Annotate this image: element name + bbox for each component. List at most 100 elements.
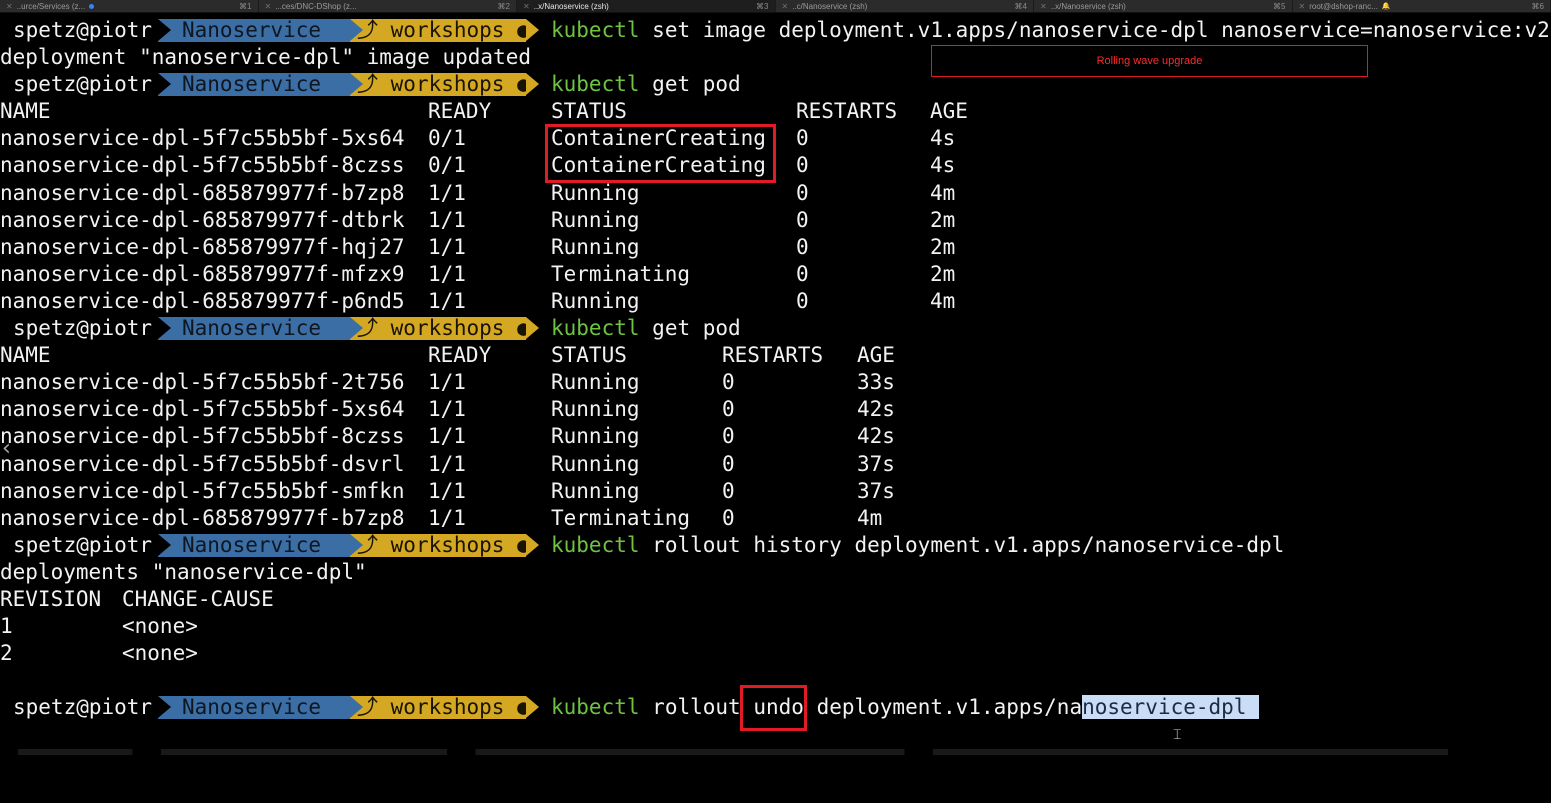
table-cell: 0 [722, 423, 735, 450]
column-header: RESTARTS [722, 342, 823, 369]
table-cell: 1/1 [428, 207, 466, 234]
branch-icon: ⤴ [357, 533, 378, 557]
table-cell: 0 [722, 369, 735, 396]
table-cell: nanoservice-dpl-5f7c55b5bf-8czss [0, 423, 405, 450]
branch-name: workshops [391, 72, 505, 96]
command-args: set image deployment.v1.apps/nanoservice… [652, 18, 1550, 42]
pod-table-2: NAMEREADYSTATUSRESTARTSAGEnanoservice-dp… [0, 342, 1551, 532]
output-line: deployment "nanoservice-dpl" image updat… [0, 44, 1551, 71]
table-cell: Running [551, 207, 640, 234]
table-row: nanoservice-dpl-685879977f-b7zp81/1Runni… [0, 180, 1551, 207]
table-cell: 4m [857, 505, 882, 532]
table-cell: 0 [796, 180, 809, 207]
command-keyword: kubectl [551, 316, 640, 340]
prompt-dir: Nanoservice [182, 315, 321, 342]
command-keyword: kubectl [551, 18, 640, 42]
close-tab-icon[interactable]: ✕ [523, 2, 530, 11]
table-cell: 2m [930, 261, 955, 288]
prompt-user: spetz@piotr [13, 71, 152, 98]
table-row: nanoservice-dpl-5f7c55b5bf-8czss1/1Runni… [0, 423, 1551, 450]
command-text: kubectl rollout history deployment.v1.ap… [551, 532, 1284, 559]
prompt-separator-icon [526, 317, 539, 339]
prompt-line: spetz@piotr Nanoservice ⤴ workshops ● kube… [0, 315, 1551, 342]
tab-shortcut: ⌘5 [1273, 2, 1285, 11]
command-text: kubectl get pod [551, 71, 741, 98]
tab-label: ..urce/Services (z... [17, 2, 85, 11]
tab-2[interactable]: ✕...ces/DNC-DShop (z... ⌘2 [259, 0, 518, 12]
command-args: deployment.v1.apps/na [817, 695, 1083, 719]
prompt-dir: Nanoservice [182, 17, 321, 44]
command-keyword: kubectl [551, 533, 640, 557]
tab-label: ..x/Nanoservice (zsh) [534, 2, 609, 11]
prompt-user: spetz@piotr [13, 694, 152, 721]
close-tab-icon[interactable]: ✕ [6, 2, 13, 11]
prompt-separator-icon [526, 73, 539, 95]
selected-text[interactable]: noservice-dpl [1082, 695, 1259, 719]
tab-shortcut: ⌘3 [756, 2, 768, 11]
tab-5[interactable]: ✕ ..x/Nanoservice (zsh) ⌘5 [1034, 0, 1293, 12]
prompt-user: spetz@piotr [13, 315, 152, 342]
command-input[interactable]: kubectl rollout undo deployment.v1.apps/… [551, 694, 1259, 721]
blurred-subtitle [0, 747, 1551, 759]
tab-3[interactable]: ✕ ..x/Nanoservice (zsh) ⌘3 [517, 0, 776, 12]
prompt-branch: ⤴ workshops ● [357, 71, 530, 98]
table-cell: nanoservice-dpl-685879977f-mfzx9 [0, 261, 405, 288]
tab-4[interactable]: ✕..c/Nanoservice (zsh)⌘4 [776, 0, 1035, 12]
prompt-separator-icon [526, 696, 539, 718]
tab-label: ..x/Nanoservice (zsh) [1051, 2, 1126, 11]
close-tab-icon[interactable]: ✕ [265, 2, 272, 11]
table-row: nanoservice-dpl-685879977f-mfzx91/1Termi… [0, 261, 1551, 288]
branch-name: workshops [391, 18, 505, 42]
close-tab-icon[interactable]: ✕ [782, 2, 789, 11]
prompt-branch: ⤴ workshops ● [357, 315, 530, 342]
command-text: kubectl set image deployment.v1.apps/nan… [551, 17, 1550, 44]
branch-icon: ⤴ [357, 72, 378, 96]
prompt-separator-icon [526, 19, 539, 41]
table-row: nanoservice-dpl-5f7c55b5bf-2t7561/1Runni… [0, 369, 1551, 396]
table-cell: Running [551, 478, 640, 505]
table-cell: 0 [722, 396, 735, 423]
column-header: NAME [0, 98, 51, 125]
prompt-separator-icon [158, 73, 171, 95]
terminal-output[interactable]: spetz@piotr Nanoservice ⤴ workshops ● kube… [0, 17, 1551, 721]
table-cell: Running [551, 180, 640, 207]
tab-shortcut: ⌘2 [498, 2, 510, 11]
prompt-dir: Nanoservice [182, 694, 321, 721]
prompt-separator-icon [158, 696, 171, 718]
table-cell: nanoservice-dpl-685879977f-b7zp8 [0, 505, 405, 532]
bell-icon: 🔔 [1382, 2, 1391, 10]
command-args: get pod [652, 316, 741, 340]
table-cell: 4s [930, 152, 955, 179]
table-cell: 1/1 [428, 423, 466, 450]
table-cell: 42s [857, 396, 895, 423]
table-cell: nanoservice-dpl-5f7c55b5bf-5xs64 [0, 125, 405, 152]
tab-bar: ✕..urce/Services (z...⌘1✕...ces/DNC-DSho… [0, 0, 1551, 13]
status-highlight-box [545, 124, 776, 183]
column-header: READY [428, 98, 491, 125]
table-cell: 42s [857, 423, 895, 450]
table-cell: 1/1 [428, 180, 466, 207]
chevron-left-icon: ‹ [2, 436, 11, 461]
table-row: nanoservice-dpl-5f7c55b5bf-5xs641/1Runni… [0, 396, 1551, 423]
table-cell: 1/1 [428, 369, 466, 396]
table-cell: Running [551, 396, 640, 423]
table-cell: nanoservice-dpl-5f7c55b5bf-2t756 [0, 369, 405, 396]
column-header: STATUS [551, 98, 627, 125]
table-cell: <none> [122, 640, 198, 667]
table-cell: 1/1 [428, 234, 466, 261]
branch-name: workshops [391, 316, 505, 340]
table-header: NAMEREADYSTATUSRESTARTSAGE [0, 342, 1551, 369]
command-args: get pod [652, 72, 741, 96]
table-cell: 0 [796, 234, 809, 261]
tab-label: ...ces/DNC-DShop (z... [275, 2, 356, 11]
output-text: deployment "nanoservice-dpl" image updat… [0, 44, 531, 71]
command-keyword: kubectl [551, 72, 640, 96]
close-tab-icon[interactable]: ✕ [1299, 2, 1306, 11]
tab-1[interactable]: ✕..urce/Services (z...⌘1 [0, 0, 259, 12]
close-tab-icon[interactable]: ✕ [1040, 2, 1047, 11]
prompt-branch: ⤴ workshops ● [357, 694, 530, 721]
prompt-separator-icon [158, 19, 171, 41]
table-cell: 1/1 [428, 261, 466, 288]
table-row: nanoservice-dpl-685879977f-p6nd51/1Runni… [0, 288, 1551, 315]
tab-6[interactable]: ✕root@dshop-ranc...🔔⌘6 [1293, 0, 1551, 12]
